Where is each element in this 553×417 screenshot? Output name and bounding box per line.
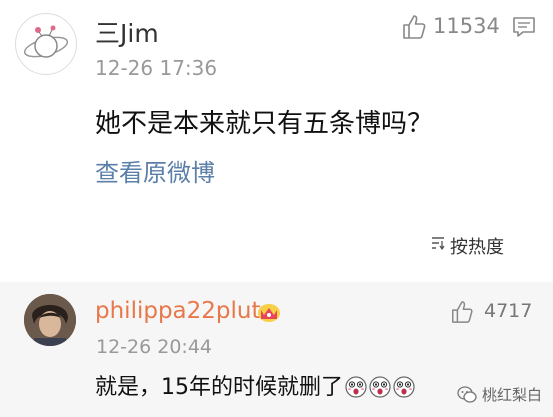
shocked-face-emoji (393, 376, 415, 398)
sort-by-hot-button[interactable]: 按热度 (450, 233, 504, 259)
planet-avatar-icon (23, 25, 69, 58)
view-original-link[interactable]: 查看原微博 (95, 153, 215, 188)
sort-icon[interactable] (430, 235, 446, 251)
crown-badge-icon (257, 300, 281, 324)
reply-username[interactable]: philippa22pluto (95, 298, 275, 324)
comment-icon[interactable] (511, 14, 537, 40)
thumbs-up-icon[interactable] (401, 14, 427, 40)
watermark-text: 桃红梨白 (482, 386, 543, 404)
thumbs-up-icon[interactable] (450, 300, 474, 324)
reply-text: 就是，15年的时候就删了 (95, 375, 343, 400)
comment-text: 她不是本来就只有五条博吗？ (95, 109, 434, 139)
comment-card: 三Jim 12-26 17:36 她不是本来就只有五条博吗？ 查看原微博 115… (0, 0, 553, 282)
shocked-face-emoji (345, 376, 367, 398)
comment-timestamp: 12-26 17:36 (95, 56, 218, 80)
shocked-face-emoji (369, 376, 391, 398)
reply-text-line: 就是，15年的时候就删了 (95, 369, 415, 401)
emoji-group (343, 375, 415, 400)
comment-username[interactable]: 三Jim (95, 14, 159, 50)
reply-timestamp: 12-26 20:44 (96, 336, 213, 358)
avatar[interactable] (24, 294, 76, 346)
like-count: 4717 (484, 300, 533, 322)
avatar[interactable] (15, 13, 77, 75)
portrait-avatar-icon (24, 294, 76, 346)
like-count: 11534 (433, 14, 500, 38)
wechat-icon (457, 385, 477, 405)
